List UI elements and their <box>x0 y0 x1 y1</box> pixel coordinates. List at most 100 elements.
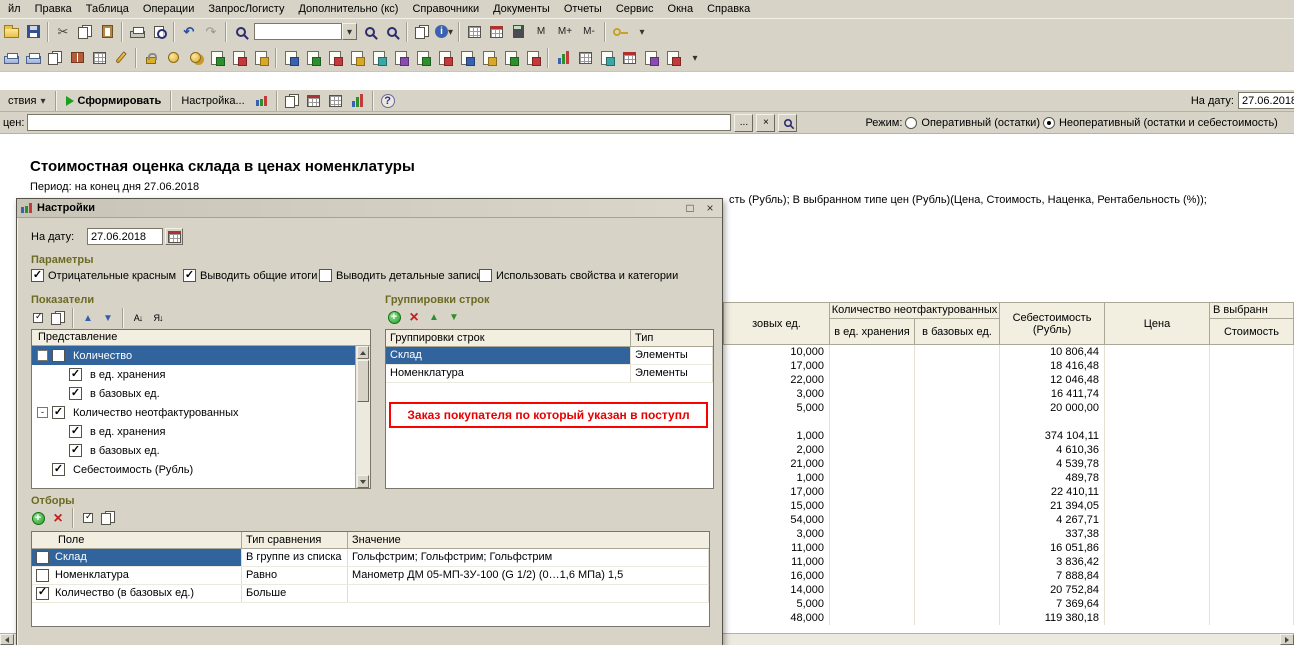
checkbox-icon[interactable] <box>31 269 44 282</box>
doc-receipt-icon[interactable] <box>280 47 302 69</box>
checkbox-icon[interactable] <box>69 444 82 457</box>
table-icon[interactable] <box>463 21 485 43</box>
scroll-down-icon[interactable] <box>357 475 369 488</box>
move-up-icon[interactable] <box>79 309 97 327</box>
tree-row[interactable]: Количество <box>32 346 355 365</box>
cost-cell[interactable]: 4 267,71 <box>1000 513 1105 527</box>
qty-cell[interactable]: 11,000 <box>723 555 830 569</box>
print-icon[interactable] <box>126 21 148 43</box>
cost-cell[interactable]: 21 394,05 <box>1000 499 1105 513</box>
report-row[interactable]: 1,000489,78 <box>723 471 1294 485</box>
menu-item-help[interactable]: Справка <box>700 1 757 17</box>
checkbox-icon[interactable] <box>69 425 82 438</box>
headers-icon[interactable] <box>303 90 325 112</box>
tree-row[interactable]: Себестоимость (Рубль) <box>32 460 355 479</box>
column-header[interactable]: Тип сравнения <box>242 532 348 548</box>
menu-item-documents[interactable]: Документы <box>486 1 557 17</box>
cart-in-icon[interactable] <box>206 47 228 69</box>
qty-cell[interactable]: 48,000 <box>723 611 830 625</box>
print-report-icon[interactable] <box>0 47 22 69</box>
menu-item-edit[interactable]: Правка <box>28 1 79 17</box>
tree-row[interactable]: в базовых ед. <box>32 384 355 403</box>
toolbar-overflow-icon[interactable] <box>631 21 653 43</box>
info-icon[interactable] <box>433 21 455 43</box>
cost-cell[interactable]: 119 380,18 <box>1000 611 1105 625</box>
sort-asc-icon[interactable] <box>129 309 147 327</box>
coins-icon[interactable] <box>184 47 206 69</box>
menu-item-table[interactable]: Таблица <box>79 1 136 17</box>
doc-transfer-icon[interactable] <box>368 47 390 69</box>
cost-cell[interactable]: 7 888,84 <box>1000 569 1105 583</box>
calendar-icon[interactable] <box>485 21 507 43</box>
cost-cell[interactable]: 10 806,44 <box>1000 345 1105 359</box>
actions-menu-button[interactable]: ствия <box>2 91 52 111</box>
filter-value-cell[interactable] <box>348 585 709 602</box>
show-details-checkbox[interactable]: Выводить детальные записи <box>319 269 483 282</box>
copy-settings-icon[interactable] <box>99 509 117 527</box>
find-next-icon[interactable] <box>381 21 403 43</box>
doc-inventory-icon[interactable] <box>500 47 522 69</box>
paste-icon[interactable] <box>96 21 118 43</box>
qty-cell[interactable]: 54,000 <box>723 513 830 527</box>
memory-minus-button[interactable]: М- <box>577 21 601 43</box>
memory-plus-button[interactable]: М+ <box>553 21 577 43</box>
on-date-input[interactable] <box>87 228 163 245</box>
menu-item-catalogs[interactable]: Справочники <box>405 1 486 17</box>
filter-value-cell[interactable]: Гольфстрим; Гольфстрим; Гольфстрим <box>348 549 709 566</box>
report-row[interactable]: 21,0004 539,78 <box>723 457 1294 471</box>
qty-cell[interactable]: 1,000 <box>723 471 830 485</box>
scrollbar-thumb[interactable] <box>357 360 369 402</box>
menu-item-file[interactable]: йл <box>1 1 28 17</box>
filter-comparison-cell[interactable]: В группе из списка <box>242 549 348 566</box>
move-down-icon[interactable] <box>445 308 463 326</box>
menu-item-additional[interactable]: Дополнительно (кс) <box>291 1 405 17</box>
memory-recall-button[interactable]: М <box>529 21 553 43</box>
checkbox-icon[interactable] <box>52 463 65 476</box>
check-all-icon[interactable] <box>29 309 47 327</box>
cut-icon[interactable] <box>52 21 74 43</box>
filter-field-cell[interactable]: Номенклатура <box>32 567 242 584</box>
doc-order-icon[interactable] <box>412 47 434 69</box>
report-row[interactable]: 17,00022 410,11 <box>723 485 1294 499</box>
grouping-name-cell[interactable]: Номенклатура <box>386 365 631 382</box>
checkbox-icon[interactable] <box>69 387 82 400</box>
cost-cell[interactable]: 20 752,84 <box>1000 583 1105 597</box>
grouping-row[interactable]: Номенклатура Элементы <box>386 365 713 383</box>
cost-cell[interactable]: 20 000,00 <box>1000 401 1105 415</box>
calculator-icon[interactable] <box>507 21 529 43</box>
grouping-name-cell[interactable]: Склад <box>386 347 631 364</box>
checkbox-icon[interactable] <box>36 569 49 582</box>
cost-cell[interactable]: 337,38 <box>1000 527 1105 541</box>
menu-item-query[interactable]: ЗапросЛогисту <box>201 1 291 17</box>
tree-column-header[interactable]: Представление <box>32 330 370 346</box>
copy-icon[interactable] <box>74 21 96 43</box>
help-icon[interactable] <box>377 90 399 112</box>
doc-sale-icon[interactable] <box>302 47 324 69</box>
filter-value-cell[interactable]: Манометр ДМ 05-МП-3У-100 (G 1/2) (0…1,6 … <box>348 567 709 584</box>
tree-row[interactable]: Количество неотфактурованных <box>32 403 355 422</box>
qty-cell[interactable]: 15,000 <box>723 499 830 513</box>
chevron-down-icon[interactable] <box>342 23 357 40</box>
scales-icon[interactable] <box>596 47 618 69</box>
tree-row[interactable]: в ед. хранения <box>32 422 355 441</box>
grouping-type-cell[interactable]: Элементы <box>631 347 713 364</box>
cart-out-icon[interactable] <box>228 47 250 69</box>
use-properties-checkbox[interactable]: Использовать свойства и категории <box>479 269 678 282</box>
copy-settings-icon[interactable] <box>49 309 67 327</box>
report-row[interactable]: 5,0007 369,64 <box>723 597 1294 611</box>
scroll-right-icon[interactable] <box>1280 634 1294 645</box>
grouping-type-cell[interactable]: Элементы <box>631 365 713 382</box>
filter-row[interactable]: Склад В группе из списка Гольфстрим; Гол… <box>32 549 709 567</box>
show-totals-checkbox[interactable]: Выводить общие итоги <box>183 269 317 282</box>
on-date-input[interactable] <box>1238 92 1294 109</box>
qty-cell[interactable]: 5,000 <box>723 597 830 611</box>
qty-cell[interactable]: 3,000 <box>723 387 830 401</box>
close-icon[interactable]: × <box>702 201 718 215</box>
qty-cell[interactable]: 17,000 <box>723 485 830 499</box>
choose-button[interactable]: ... <box>734 114 753 132</box>
structure-icon[interactable] <box>281 90 303 112</box>
price-tag-icon[interactable] <box>250 47 272 69</box>
add-icon[interactable] <box>385 308 403 326</box>
cost-cell[interactable]: 18 416,48 <box>1000 359 1105 373</box>
search-input[interactable] <box>254 23 342 40</box>
